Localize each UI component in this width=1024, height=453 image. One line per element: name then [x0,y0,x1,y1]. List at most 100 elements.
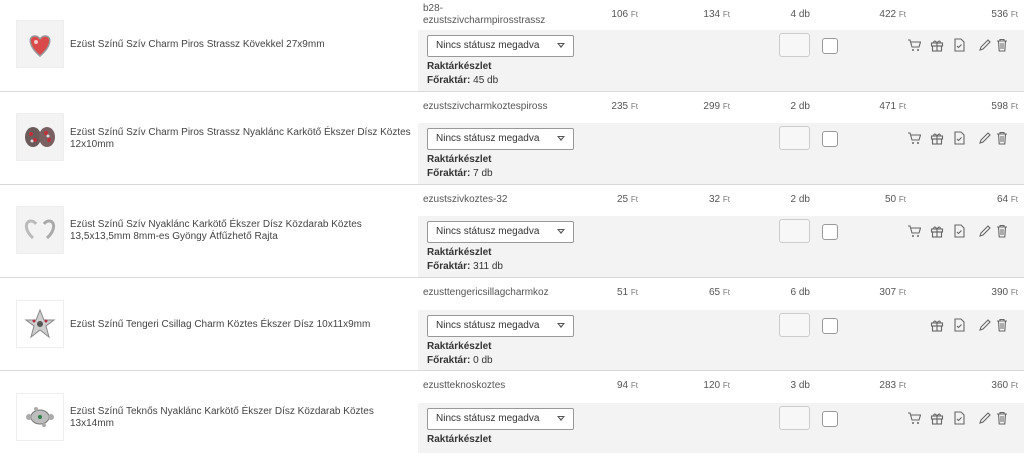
gross-total-value: 360 [991,380,1009,391]
pencil-icon[interactable] [978,318,992,332]
sku: b28- ezustszivcharmpirosstrassz [423,3,555,27]
currency: Ft [630,195,638,204]
status-select-value: Nincs státusz megadva [436,40,540,51]
product-name[interactable]: Ezüst Színű Szív Nyaklánc Karkötő Ékszer… [70,219,415,243]
status-select-value: Nincs státusz megadva [436,226,540,237]
status-select[interactable]: Nincs státusz megadva [427,221,574,243]
gross-price-value: 120 [703,380,721,391]
gift-icon[interactable] [930,131,944,145]
net-total-value: 471 [879,101,897,112]
warehouse-stock: Főraktár: 7 db [427,168,493,179]
sku: ezusttengericsillagcharmkoz [423,287,549,298]
document-check-icon[interactable] [952,411,966,425]
status-select-value: Nincs státusz megadva [436,320,540,331]
product-thumbnail[interactable] [16,300,64,348]
product-name[interactable]: Ezüst Színű Szív Charm Piros Strassz Köv… [70,39,415,51]
warehouse-stock: Főraktár: 0 db [427,355,493,366]
cart-icon[interactable] [907,224,921,238]
product-name[interactable]: Ezüst Színű Teknős Nyaklánc Karkötő Éksz… [70,406,415,430]
select-checkbox[interactable] [822,38,838,54]
gross-total-value: 64 [996,194,1009,205]
gift-icon[interactable] [930,224,944,238]
status-select[interactable]: Nincs státusz megadva [427,315,574,337]
net-total: 283 Ft [838,380,906,391]
currency: Ft [898,288,906,297]
currency: Ft [1010,381,1018,390]
currency: Ft [1010,102,1018,111]
item-values: ezustteknoskoztes 94 Ft 120 Ft 3 db 283 … [418,371,1024,401]
product-thumbnail[interactable] [16,206,64,254]
net-total-value: 422 [879,9,897,20]
warehouse-stock: Főraktár: 45 db [427,75,498,86]
document-check-icon[interactable] [952,38,966,52]
product-name[interactable]: Ezüst Színű Szív Charm Piros Strassz Nya… [70,127,415,151]
item-values: b28- ezustszivcharmpirosstrassz 106 Ft 13… [418,0,1024,30]
product-thumbnail[interactable] [16,113,64,161]
status-select[interactable]: Nincs státusz megadva [427,408,574,430]
status-select[interactable]: Nincs státusz megadva [427,35,574,57]
stock-label: Raktárkészlet [427,154,492,165]
net-price: 106 Ft [568,9,638,20]
item-values: ezusttengericsillagcharmkoz 51 Ft 65 Ft … [418,278,1024,308]
cart-icon[interactable] [907,131,921,145]
trash-icon[interactable] [995,318,1009,332]
status-select-value: Nincs státusz megadva [436,413,540,424]
gross-price-value: 32 [708,194,721,205]
quantity-input[interactable] [779,406,810,430]
net-price-value: 106 [611,9,629,20]
gross-price-value: 65 [708,287,721,298]
quantity-input[interactable] [779,219,810,243]
document-check-icon[interactable] [952,224,966,238]
currency: Ft [722,195,730,204]
gift-icon[interactable] [930,318,944,332]
trash-icon[interactable] [995,38,1009,52]
currency: Ft [722,102,730,111]
select-checkbox[interactable] [822,224,838,240]
quantity-input[interactable] [779,313,810,337]
cart-icon[interactable] [907,38,921,52]
gross-price: 299 Ft [658,101,730,112]
pencil-icon[interactable] [978,38,992,52]
trash-icon[interactable] [995,131,1009,145]
pencil-icon[interactable] [978,131,992,145]
chevron-down-icon [557,43,565,48]
warehouse-label: Főraktár: [427,168,471,179]
currency: Ft [630,288,638,297]
chevron-down-icon [557,416,565,421]
gift-icon[interactable] [930,38,944,52]
product-cell: Ezüst Színű Tengeri Csillag Charm Köztes… [10,278,418,370]
pencil-icon[interactable] [978,411,992,425]
select-checkbox[interactable] [822,318,838,334]
currency: Ft [630,381,638,390]
net-price: 25 Ft [568,194,638,205]
gift-icon[interactable] [930,411,944,425]
trash-icon[interactable] [995,224,1009,238]
status-select[interactable]: Nincs státusz megadva [427,128,574,150]
quantity-input[interactable] [779,33,810,57]
net-price: 235 Ft [568,101,638,112]
gross-total: 536 Ft [938,9,1018,20]
product-thumbnail[interactable] [16,20,64,68]
select-checkbox[interactable] [822,411,838,427]
document-check-icon[interactable] [952,131,966,145]
gross-price: 120 Ft [658,380,730,391]
product-thumbnail[interactable] [16,393,64,441]
pencil-icon[interactable] [978,224,992,238]
quantity: 4 db [790,9,810,20]
cart-icon[interactable] [907,411,921,425]
chevron-down-icon [557,229,565,234]
gross-total: 598 Ft [938,101,1018,112]
quantity-input[interactable] [779,126,810,150]
document-check-icon[interactable] [952,318,966,332]
select-checkbox[interactable] [822,131,838,147]
warehouse-label: Főraktár: [427,355,471,366]
warehouse-value: 0 db [473,355,493,366]
trash-icon[interactable] [995,411,1009,425]
currency: Ft [898,10,906,19]
quantity: 3 db [790,380,810,391]
stock-label: Raktárkészlet [427,247,492,258]
currency: Ft [722,381,730,390]
product-name[interactable]: Ezüst Színű Tengeri Csillag Charm Köztes… [70,319,415,331]
order-item-row: Ezüst Színű Teknős Nyaklánc Karkötő Éksz… [0,371,1024,453]
product-cell: Ezüst Színű Szív Nyaklánc Karkötő Ékszer… [10,185,418,277]
